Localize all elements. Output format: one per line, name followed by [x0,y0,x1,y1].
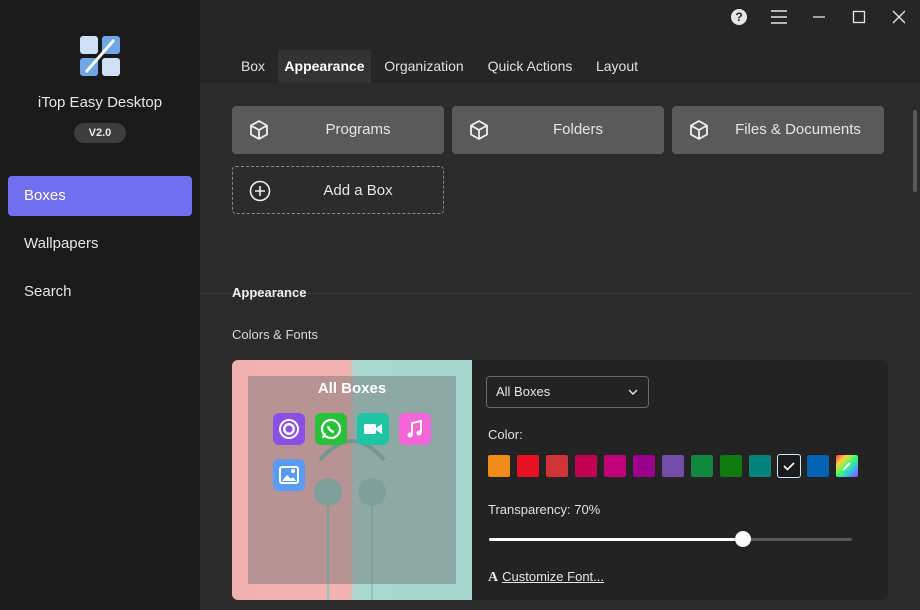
checkmark-icon [783,462,795,471]
box-programs-button[interactable]: Programs [232,106,444,154]
tab-box[interactable]: Box [232,50,274,83]
customize-font-row: A Customize Font... [488,569,604,586]
app-title: iTop Easy Desktop [37,94,163,111]
color-swatch[interactable] [807,455,829,477]
cube-icon [250,120,268,140]
music-icon [399,413,431,445]
title-bar: ? [200,0,920,50]
plus-circle-icon [249,180,271,202]
scrollbar-thumb[interactable] [913,110,917,192]
slider-fill [489,538,744,541]
color-swatch[interactable] [749,455,771,477]
facetime-icon [357,413,389,445]
cube-icon [690,120,708,140]
sidebar-item-wallpapers[interactable]: Wallpapers [8,224,192,264]
color-swatch[interactable] [720,455,742,477]
box-label: Files & Documents [735,121,861,138]
tab-appearance[interactable]: Appearance [278,50,371,83]
box-files-documents-button[interactable]: Files & Documents [672,106,884,154]
transparency-slider[interactable] [489,531,852,547]
add-box-button[interactable]: Add a Box [232,166,444,214]
color-swatch[interactable] [662,455,684,477]
sidebar-item-search[interactable]: Search [8,272,192,312]
whatsapp-icon [315,413,347,445]
color-swatch[interactable] [777,454,801,478]
subsection-title: Colors & Fonts [232,327,318,342]
color-swatch[interactable] [604,455,626,477]
preview-box: All Boxes [248,376,456,584]
box-label: Programs [325,121,391,138]
tab-quick-actions[interactable]: Quick Actions [482,50,578,83]
tab-bar: Box Appearance Organization Quick Action… [200,50,920,83]
color-swatch[interactable] [691,455,713,477]
transparency-label: Transparency: 70% [488,502,601,517]
version-badge: V2.0 [74,123,126,143]
add-box-label: Add a Box [323,182,393,199]
custom-color-swatch[interactable] [836,455,858,477]
help-circle-icon[interactable]: ? [728,6,750,28]
divider [200,293,913,294]
tab-organization[interactable]: Organization [378,50,470,83]
color-swatch[interactable] [517,455,539,477]
app-logo-icon [80,36,120,76]
color-swatch[interactable] [546,455,568,477]
close-icon[interactable] [888,6,910,28]
box-preview: All Boxes [232,360,472,600]
eyedropper-icon [842,462,851,471]
preview-title: All Boxes [317,380,387,397]
chrome-icon [273,413,305,445]
box-select-value: All Boxes [496,384,551,399]
slider-thumb[interactable] [735,531,752,547]
maximize-icon[interactable] [848,6,870,28]
tab-layout[interactable]: Layout [590,50,644,83]
section-title: Appearance [232,285,307,300]
customize-font-link[interactable]: Customize Font... [502,569,604,584]
box-label: Folders [552,121,604,138]
color-label: Color: [488,427,523,442]
chevron-down-icon [628,389,638,395]
main-panel: ? Box Appearance Organization Quick Acti… [200,0,920,610]
color-swatch[interactable] [488,455,510,477]
color-swatch[interactable] [575,455,597,477]
sidebar-item-boxes[interactable]: Boxes [8,176,192,216]
appearance-panel: All Boxes All Boxes Color: Transparency:… [232,360,888,600]
color-swatch[interactable] [633,455,655,477]
box-select-dropdown[interactable]: All Boxes [486,376,649,408]
photos-icon [273,459,305,491]
box-folders-button[interactable]: Folders [452,106,664,154]
minimize-icon[interactable] [808,6,830,28]
hamburger-icon[interactable] [768,6,790,28]
sidebar: iTop Easy Desktop V2.0 Boxes Wallpapers … [0,0,200,610]
svg-text:?: ? [735,10,742,24]
cube-icon [470,120,488,140]
font-icon: A [488,570,499,585]
